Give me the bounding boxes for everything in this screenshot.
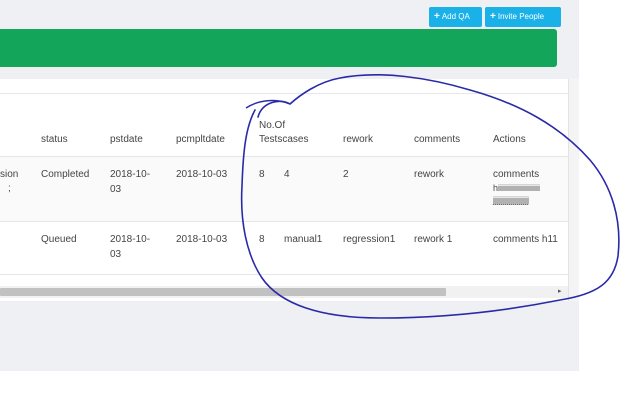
invite-people-label: Invite People <box>497 12 545 21</box>
status-cell: Queued <box>41 234 77 245</box>
pstdate-cell: 03 <box>110 249 122 260</box>
header-actions: Actions <box>493 134 526 145</box>
comments-cell: rework <box>414 169 445 180</box>
divider <box>0 93 568 94</box>
header-pstdate: pstdate <box>110 134 143 145</box>
comments-cell: rework 1 <box>414 234 453 245</box>
table-row[interactable]: Queued 2018-10- 03 2018-10-03 8 manual1 … <box>0 222 568 274</box>
no-of-cell: 8 <box>259 234 265 245</box>
testcases-cell: 4 <box>284 169 290 180</box>
status-cell: Completed <box>41 169 90 180</box>
add-qa-label: Add QA <box>441 12 470 21</box>
actions-cell: jjjjjjjjjjjjjjjjjj <box>493 195 529 205</box>
plus-icon: + <box>490 11 496 22</box>
pstdate-cell: 2018-10- <box>110 234 151 245</box>
table-row[interactable]: sion ; Completed 2018-10- 03 2018-10-03 … <box>0 157 568 221</box>
partial-cell: sion <box>0 169 19 180</box>
invite-people-button[interactable]: + Invite People <box>485 7 561 27</box>
header-testcases: Testscases <box>259 134 309 145</box>
rework-cell: regression1 <box>343 234 396 245</box>
pstdate-cell: 2018-10- <box>110 169 151 180</box>
pcmpltdate-cell: 2018-10-03 <box>176 169 228 180</box>
rework-cell: 2 <box>343 169 349 180</box>
testcases-cell: manual1 <box>284 234 323 245</box>
table-panel: status pstdate pcmpltdate No.Of Testscas… <box>0 79 568 301</box>
plus-icon: + <box>434 11 440 22</box>
header-pcmpltdate: pcmpltdate <box>176 134 225 145</box>
add-qa-button[interactable]: + Add QA <box>429 7 482 27</box>
partial-cell: ; <box>8 183 11 194</box>
row-separator <box>0 274 568 275</box>
header-rework: rework <box>343 134 374 145</box>
header-no-of: No.Of <box>259 120 286 131</box>
horizontal-scroll-thumb[interactable] <box>0 288 446 296</box>
scroll-right-arrow-icon[interactable]: ▸ <box>558 287 562 297</box>
actions-cell: comments <box>493 169 540 180</box>
no-of-cell: 8 <box>259 169 265 180</box>
status-banner <box>0 29 557 67</box>
actions-cell: comments h11 <box>493 234 558 245</box>
header-status: status <box>41 134 68 145</box>
header-comments: comments <box>414 134 461 145</box>
vertical-scrollbar[interactable] <box>568 79 579 301</box>
toolbar: + Add QA + Invite People <box>0 0 579 28</box>
pstdate-cell: 03 <box>110 184 122 195</box>
pcmpltdate-cell: 2018-10-03 <box>176 234 228 245</box>
